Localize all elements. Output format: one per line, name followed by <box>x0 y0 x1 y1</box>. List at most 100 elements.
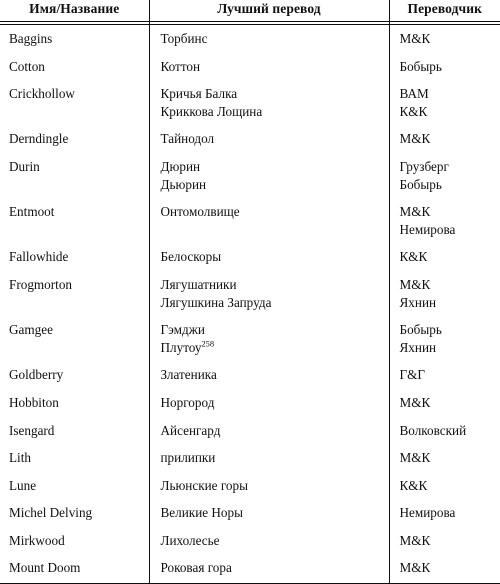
translation-line: Тайнодол <box>160 131 215 147</box>
translation-line: Норгород <box>160 394 215 410</box>
cell-translation: Гэмджи Плутоу258 <box>149 316 390 362</box>
cell-translator: Грузберг Бобырь <box>389 153 500 198</box>
cell-translation: Белоскоры <box>149 243 390 271</box>
cell-translator: М&К Яхнин <box>389 271 500 316</box>
cell-name: Lith <box>0 444 150 472</box>
cell-translator: Волковский <box>389 417 500 445</box>
translator-line: М&К <box>399 532 431 548</box>
cell-translator: К&К <box>389 472 500 500</box>
footnote-marker: 258 <box>201 339 215 349</box>
translator-line: М&К <box>399 31 431 46</box>
translation-line: Коттон <box>160 58 201 74</box>
cell-translation: Великие Норы <box>149 499 390 527</box>
translation-line: Белоскоры <box>160 249 222 265</box>
table-row: Goldberry Златеника Г&Г <box>0 361 500 389</box>
table-row: Durin Дюрин Дьюрин Грузберг Бобырь <box>0 152 500 199</box>
cell-name: Hobbiton <box>0 388 150 417</box>
cell-translation: Кричья Балка Криккова Лощина <box>149 80 390 126</box>
translator-line: М&К <box>399 450 431 466</box>
cell-name: Cotton <box>0 52 150 81</box>
cell-name: Lune <box>0 471 150 500</box>
cell-translation: Льюнские горы <box>149 471 390 500</box>
cell-translation: Златеника <box>149 361 390 389</box>
translation-line: Айсенгард <box>160 422 221 438</box>
table-row: Crickhollow Кричья Балка Криккова Лощина ВА… <box>0 80 500 126</box>
table-row: Mirkwood Лихолесье М&К <box>0 526 500 555</box>
table-row: Fallowhide Белоскоры К&К <box>0 243 500 271</box>
translation-line: Великие Норы <box>160 505 243 521</box>
table-header: Имя/Название Лучший перевод Переводчик <box>0 0 500 25</box>
table-body: Baggins Торбинс М&К Cotton Коттон Бобырь Crick… <box>0 24 500 584</box>
translator-line: Волковский <box>399 422 467 438</box>
translation-line: Лихолесье <box>160 532 220 548</box>
translator-line: М&К <box>399 131 431 147</box>
cell-translation: Роковая гора <box>149 554 390 584</box>
translator-line: Бобырь <box>399 58 442 74</box>
translation-line: Торбинс <box>160 31 208 46</box>
cell-translator: К&К <box>389 243 500 271</box>
cell-name: Gamgee <box>0 316 150 362</box>
cell-name: Isengard <box>0 416 150 445</box>
translator-line: К&К <box>399 477 428 493</box>
cell-translator: М&К <box>389 527 500 555</box>
cell-translation: Норгород <box>149 388 390 417</box>
translation-line: прилипки <box>160 450 216 466</box>
translation-line: Гэмджи <box>160 322 205 338</box>
cell-translator: М&К <box>389 389 500 417</box>
translation-line: Лягушкина Запруда <box>160 294 272 310</box>
table-row: Lith прилипки М&К <box>0 444 500 472</box>
cell-translation: Онтомолвище <box>149 198 390 244</box>
translation-line: Златеника <box>160 367 217 383</box>
translator-line: М&К <box>399 394 431 410</box>
translator-line: Немирова <box>399 505 456 521</box>
translator-line: Яхнин <box>399 339 437 355</box>
cell-translation: Лихолесье <box>149 526 390 555</box>
cell-translator: М&К <box>389 554 500 584</box>
translation-line: Лягушатники <box>160 276 237 292</box>
cell-name: Michel Delving <box>0 499 150 527</box>
cell-translation: Тайнодол <box>149 125 390 153</box>
cell-translator: Бобырь <box>389 53 500 81</box>
cell-translation: Лягушатники Лягушкина Запруда <box>149 270 390 317</box>
cell-translator: Немирова <box>389 499 500 527</box>
table-row: Entmoot Онтомолвище М&К Немирова <box>0 198 500 244</box>
translation-line: Плутоу258 <box>160 339 215 355</box>
table-row: Cotton Коттон Бобырь <box>0 52 500 81</box>
translation-line: Роковая гора <box>160 560 232 576</box>
cell-name: Mount Doom <box>0 554 150 584</box>
table-row: Lune Льюнские горы К&К <box>0 471 500 500</box>
translator-line: Немирова <box>399 221 456 237</box>
column-header-translation: Лучший перевод <box>149 0 390 22</box>
cell-translator: М&К <box>389 444 500 472</box>
translator-line: М&К <box>399 276 431 292</box>
cell-name: Crickhollow <box>0 80 150 126</box>
glossary-table-container: Имя/Название Лучший перевод Переводчик B… <box>0 0 500 584</box>
cell-name: Baggins <box>0 24 150 53</box>
translation-line: Онтомолвище <box>160 204 240 220</box>
column-header-translator: Переводчик <box>389 0 500 22</box>
translator-line: К&К <box>399 103 428 119</box>
translation-line: Дьюрин <box>160 176 207 192</box>
translator-line: ВАМ <box>399 86 429 102</box>
table-row: Michel Delving Великие Норы Немирова <box>0 499 500 527</box>
cell-name: Entmoot <box>0 198 150 244</box>
cell-name: Derndingle <box>0 125 150 153</box>
table-row: Isengard Айсенгард Волковский <box>0 416 500 445</box>
translation-line: Криккова Лощина <box>160 103 263 119</box>
cell-translator: Бобырь Яхнин <box>389 316 500 361</box>
table-row: Mount Doom Роковая гора М&К <box>0 554 500 584</box>
column-header-name: Имя/Название <box>0 0 150 22</box>
translation-line: Кричья Балка <box>160 86 238 102</box>
cell-translator: М&К <box>389 25 500 53</box>
cell-translation: прилипки <box>149 444 390 472</box>
table-row: Hobbiton Норгород М&К <box>0 388 500 417</box>
cell-name: Frogmorton <box>0 270 150 317</box>
cell-name: Mirkwood <box>0 526 150 555</box>
table-row: Frogmorton Лягушатники Лягушкина Запруда М&… <box>0 270 500 317</box>
translator-line: Бобырь <box>399 176 442 192</box>
cell-name: Fallowhide <box>0 243 150 271</box>
table-row: Gamgee Гэмджи Плутоу258 Бобырь Яхнин <box>0 316 500 362</box>
cell-translation: Айсенгард <box>149 416 390 445</box>
cell-translator: М&К Немирова <box>389 198 500 243</box>
table-row: Derndingle Тайнодол М&К <box>0 125 500 153</box>
